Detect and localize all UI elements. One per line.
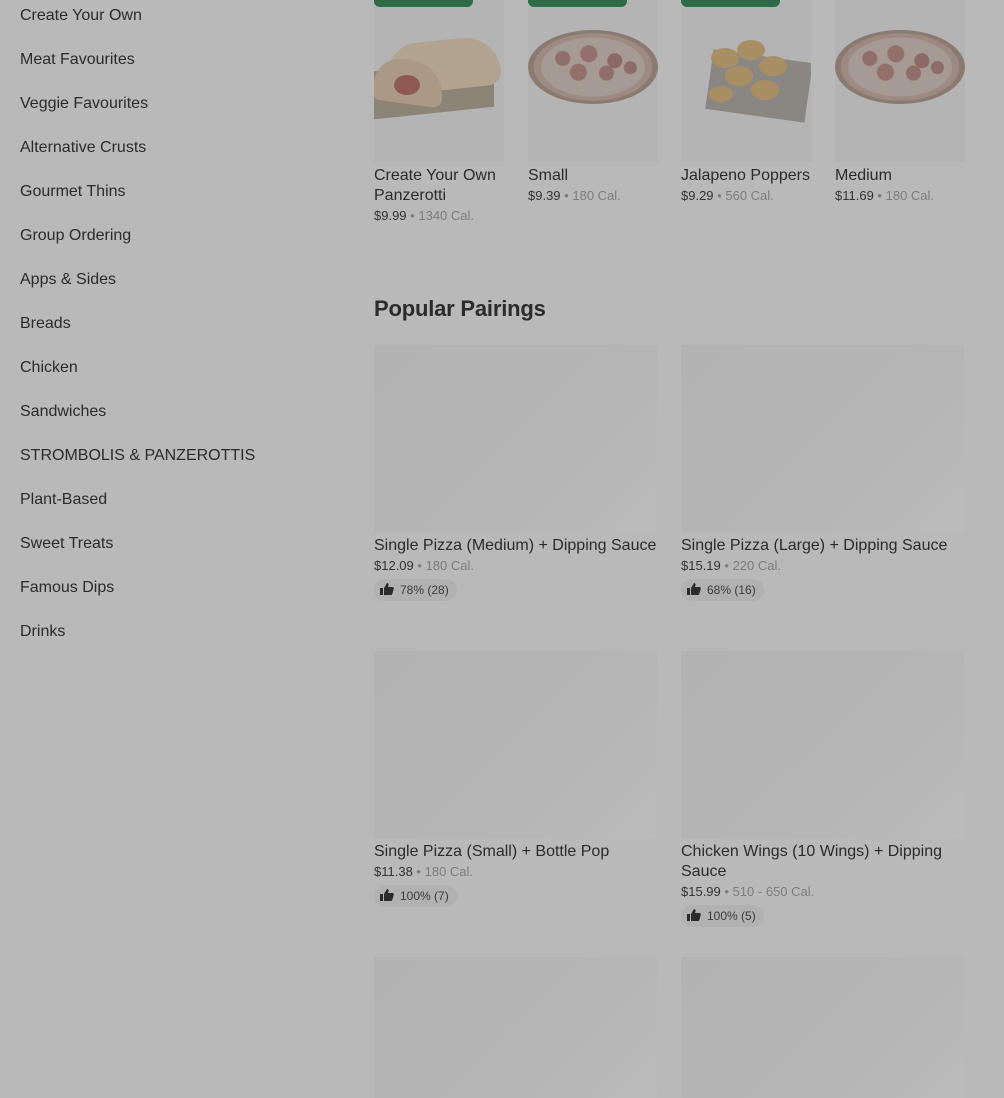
product-image[interactable]	[681, 0, 811, 162]
product-name[interactable]: Create Your Own Panzerotti	[374, 166, 504, 206]
product-badge	[374, 0, 473, 7]
pairing-calories: 220 Cal.	[732, 558, 781, 573]
sidebar-item-chicken[interactable]: Chicken	[20, 354, 78, 398]
product-badge	[681, 0, 780, 7]
rating-badge: 68% (16)	[681, 579, 764, 601]
pairing-price: $15.99	[681, 884, 721, 899]
product-price: $9.99	[374, 208, 407, 223]
sidebar-item-group-ordering[interactable]: Group Ordering	[20, 222, 131, 266]
pairing-card[interactable]: Single Pizza (Small) + Bottle Pop $11.38…	[374, 651, 657, 907]
sidebar-item-famous-dips[interactable]: Famous Dips	[20, 574, 114, 618]
sidebar-item-drinks[interactable]: Drinks	[20, 618, 65, 662]
meta-separator: •	[410, 208, 415, 223]
thumbs-up-icon	[687, 909, 701, 921]
pairing-image[interactable]	[374, 957, 657, 1098]
pairing-card[interactable]: Single Pizza (Medium) + Dipping Sauce $1…	[374, 345, 657, 601]
pairing-card[interactable]	[374, 957, 657, 1098]
pairing-image[interactable]	[681, 957, 964, 1098]
meta-separator: •	[417, 558, 422, 573]
pairing-name[interactable]: Chicken Wings (10 Wings) + Dipping Sauce	[681, 842, 964, 882]
product-meta: $9.39 • 180 Cal.	[528, 188, 658, 203]
product-price: $9.39	[528, 188, 561, 203]
meta-separator: •	[416, 864, 421, 879]
product-price: $9.29	[681, 188, 714, 203]
rating-badge: 100% (7)	[374, 885, 457, 907]
pairing-name[interactable]: Single Pizza (Medium) + Dipping Sauce	[374, 536, 657, 556]
thumbs-up-icon	[380, 889, 394, 901]
sidebar-item-gourmet-thins[interactable]: Gourmet Thins	[20, 178, 126, 222]
sidebar-item-meat-favourites[interactable]: Meat Favourites	[20, 46, 135, 90]
rating-badge: 100% (5)	[681, 905, 764, 927]
pairing-image[interactable]	[374, 651, 657, 838]
meta-separator: •	[877, 188, 882, 203]
pairing-name[interactable]: Single Pizza (Small) + Bottle Pop	[374, 842, 657, 862]
pairing-image[interactable]	[374, 345, 657, 532]
product-card[interactable]: Medium $11.69 • 180 Cal.	[835, 0, 965, 203]
product-card[interactable]: Jalapeno Poppers $9.29 • 560 Cal.	[681, 0, 811, 203]
product-calories: 560 Cal.	[725, 188, 774, 203]
thumbs-up-icon	[687, 583, 701, 595]
product-image[interactable]	[374, 0, 504, 162]
product-price: $11.69	[835, 188, 874, 203]
product-card[interactable]: Create Your Own Panzerotti $9.99 • 1340 …	[374, 0, 504, 223]
product-name[interactable]: Jalapeno Poppers	[681, 166, 811, 186]
product-name[interactable]: Medium	[835, 166, 965, 186]
product-carousel: Create Your Own Panzerotti $9.99 • 1340 …	[374, 0, 994, 240]
pairing-meta: $15.19 • 220 Cal.	[681, 558, 964, 573]
sidebar-item-alternative-crusts[interactable]: Alternative Crusts	[20, 134, 146, 178]
section-title-popular-pairings: Popular Pairings	[374, 296, 546, 321]
pairing-price: $12.09	[374, 558, 414, 573]
product-meta: $9.99 • 1340 Cal.	[374, 208, 504, 223]
meta-separator: •	[724, 558, 729, 573]
product-badge	[528, 0, 627, 7]
rating-value: 100% (7)	[400, 889, 449, 903]
product-meta: $9.29 • 560 Cal.	[681, 188, 811, 203]
sidebar-item-sweet-treats[interactable]: Sweet Treats	[20, 530, 113, 574]
product-card[interactable]: Small $9.39 • 180 Cal.	[528, 0, 658, 203]
sidebar-item-plant-based[interactable]: Plant-Based	[20, 486, 107, 530]
meta-separator: •	[564, 188, 569, 203]
pairing-meta: $12.09 • 180 Cal.	[374, 558, 657, 573]
sidebar-item-breads[interactable]: Breads	[20, 310, 71, 354]
product-calories: 1340 Cal.	[418, 208, 475, 223]
pairing-calories: 180 Cal.	[424, 864, 474, 879]
product-image[interactable]	[528, 0, 658, 162]
pairing-image[interactable]	[681, 651, 964, 838]
sidebar-item-strombolis-panzerottis[interactable]: STROMBOLIS & PANZEROTTIS	[20, 442, 255, 486]
product-meta: $11.69 • 180 Cal.	[835, 188, 965, 203]
product-calories: 180 Cal.	[572, 188, 621, 203]
pairing-calories: 510 - 650 Cal.	[732, 884, 815, 899]
meta-separator: •	[724, 884, 729, 899]
pairing-price: $15.19	[681, 558, 721, 573]
pairing-calories: 180 Cal.	[425, 558, 474, 573]
meta-separator: •	[717, 188, 722, 203]
product-name[interactable]: Small	[528, 166, 658, 186]
pairing-card[interactable]: Chicken Wings (10 Wings) + Dipping Sauce…	[681, 651, 964, 927]
product-calories: 180 Cal.	[885, 188, 935, 203]
sidebar-item-apps-sides[interactable]: Apps & Sides	[20, 266, 116, 310]
pairing-card[interactable]: Single Pizza (Large) + Dipping Sauce $15…	[681, 345, 964, 601]
product-image[interactable]	[835, 0, 965, 162]
sidebar-item-create-your-own[interactable]: Create Your Own	[20, 2, 142, 24]
sidebar-item-veggie-favourites[interactable]: Veggie Favourites	[20, 90, 148, 134]
pairing-image[interactable]	[681, 345, 964, 532]
rating-badge: 78% (28)	[374, 579, 457, 601]
pairing-name[interactable]: Single Pizza (Large) + Dipping Sauce	[681, 536, 964, 556]
thumbs-up-icon	[380, 583, 394, 595]
sidebar-item-sandwiches[interactable]: Sandwiches	[20, 398, 106, 442]
rating-value: 78% (28)	[400, 583, 449, 597]
pairing-card[interactable]	[681, 957, 964, 1098]
pairing-meta: $11.38 • 180 Cal.	[374, 864, 657, 879]
rating-value: 68% (16)	[707, 583, 756, 597]
rating-value: 100% (5)	[707, 909, 756, 923]
pairing-price: $11.38	[374, 864, 413, 879]
pairing-meta: $15.99 • 510 - 650 Cal.	[681, 884, 964, 899]
